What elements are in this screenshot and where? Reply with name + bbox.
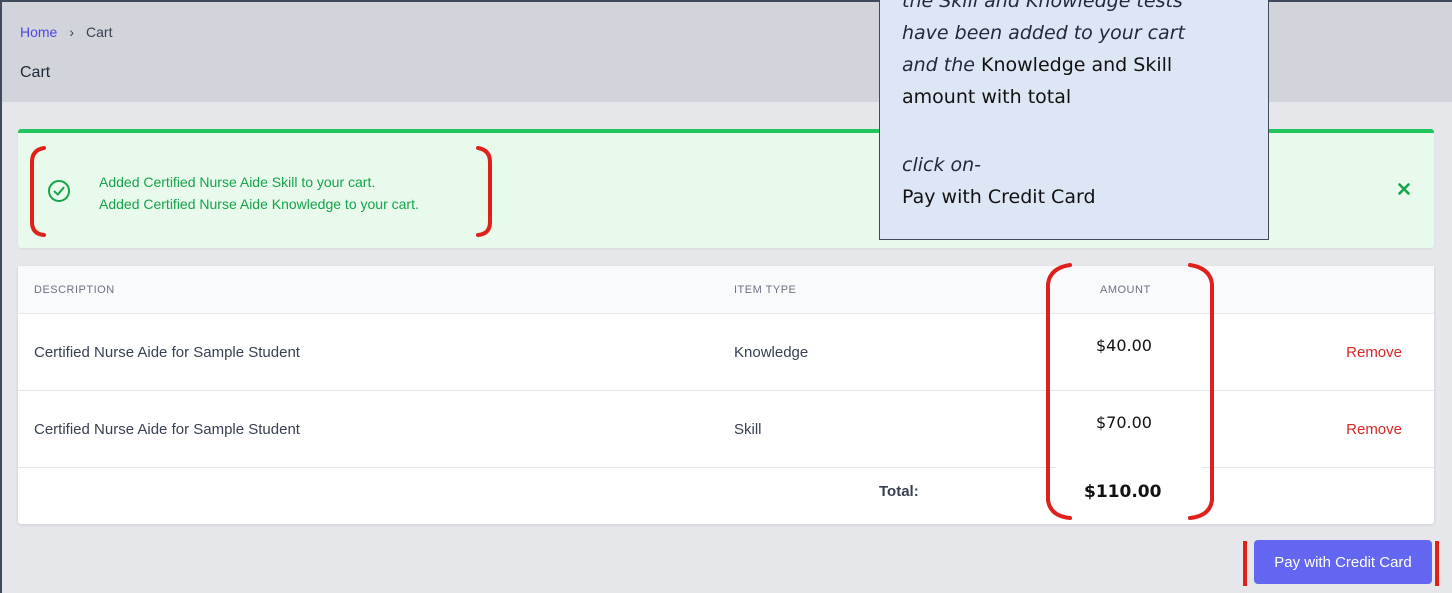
breadcrumb: Home › Cart [20,24,112,40]
column-header-description: DESCRIPTION [34,284,115,296]
row-amount: $40.00 [1096,336,1152,355]
column-header-amount: AMOUNT [1100,284,1151,296]
callout-instruction: click on- Pay with Credit Card [902,149,1262,213]
pay-with-credit-card-button[interactable]: Pay with Credit Card [1254,540,1432,584]
page-title: Cart [20,64,51,81]
callout-line: click on- [902,154,982,176]
row-amount: $70.00 [1096,413,1152,432]
check-circle-icon [48,180,70,202]
callout-line-emphasis: Knowledge and Skill [981,54,1173,76]
column-header-item-type: ITEM TYPE [734,284,797,296]
remove-link[interactable]: Remove [1346,421,1402,438]
close-icon[interactable] [1396,181,1412,197]
callout-line-emphasis: amount with total [902,86,1072,108]
row-item-type: Knowledge [734,344,809,361]
table-row: Certified Nurse Aide for Sample Student … [18,391,1434,468]
total-label: Total: [879,483,919,500]
row-description: Certified Nurse Aide for Sample Student [34,421,300,438]
row-item-type: Skill [734,421,762,438]
callout-line: have been added to your cart [902,22,1185,44]
callout-text: the Skill and Knowledge tests have been … [902,0,1262,113]
breadcrumb-home-link[interactable]: Home [20,24,57,40]
alert-message: Added Certified Nurse Aide Skill to your… [99,174,376,190]
alert-messages: Added Certified Nurse Aide Skill to your… [99,171,419,215]
breadcrumb-current: Cart [86,24,113,40]
chevron-right-icon: › [69,24,75,40]
table-row: Certified Nurse Aide for Sample Student … [18,314,1434,391]
callout-line-emphasis: Pay with Credit Card [902,186,1096,208]
remove-link[interactable]: Remove [1346,344,1402,361]
row-description: Certified Nurse Aide for Sample Student [34,344,300,361]
total-amount: $110.00 [1084,482,1162,502]
cart-table: DESCRIPTION ITEM TYPE AMOUNT Certified N… [18,266,1434,524]
alert-message: Added Certified Nurse Aide Knowledge to … [99,196,419,212]
instruction-callout: the Skill and Knowledge tests have been … [879,0,1269,240]
table-header: DESCRIPTION ITEM TYPE AMOUNT [18,266,1434,314]
callout-line: and the [902,54,975,76]
callout-line: the Skill and Knowledge tests [902,0,1183,12]
